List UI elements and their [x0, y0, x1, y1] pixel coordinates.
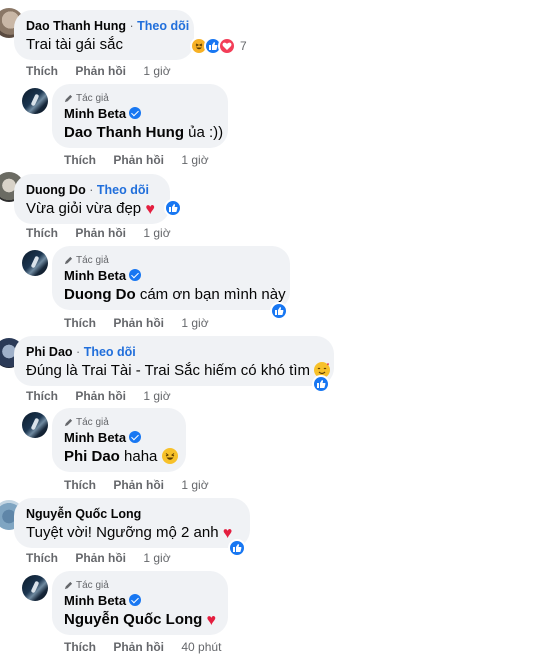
reply-text: Duong Do cám ơn bạn mình này: [64, 286, 286, 303]
comment-text: Trai tài gái sắc: [26, 36, 123, 53]
like-button[interactable]: Thích: [26, 551, 58, 565]
like-reaction-icon: [164, 199, 182, 217]
reply-button[interactable]: Phản hồi: [113, 478, 164, 492]
reply-button[interactable]: Phản hồi: [75, 64, 126, 78]
reaction-summary[interactable]: [312, 375, 330, 393]
like-button[interactable]: Thích: [64, 153, 96, 167]
mention-tag[interactable]: Duong Do: [64, 286, 136, 303]
like-reaction-icon: [270, 302, 288, 320]
comment-text: Đúng là Trai Tài - Trai Sắc hiếm có khó …: [26, 361, 331, 381]
mention-tag[interactable]: Phi Dao: [64, 448, 120, 465]
commenter-name[interactable]: Phi Dao: [26, 345, 73, 359]
comment-actions: Thích Phản hồi 1 giờ: [26, 226, 185, 240]
comment-text: Vừa giỏi vừa đẹp ♥: [26, 200, 155, 218]
reply-bubble: Tác giả Minh Beta Phi Dao haha: [52, 408, 186, 472]
timestamp[interactable]: 1 giờ: [143, 64, 170, 78]
like-button[interactable]: Thích: [64, 478, 96, 492]
reaction-count: 7: [240, 39, 247, 53]
reply-button[interactable]: Phản hồi: [113, 640, 164, 654]
timestamp[interactable]: 1 giờ: [181, 153, 208, 167]
timestamp[interactable]: 1 giờ: [181, 316, 208, 330]
reply-text: Nguyễn Quốc Long ♥: [64, 610, 216, 631]
reply-actions: Thích Phản hồi 1 giờ: [64, 153, 223, 167]
like-button[interactable]: Thích: [26, 226, 58, 240]
mention-tag[interactable]: Dao Thanh Hung: [64, 124, 184, 141]
follow-link[interactable]: Theo dõi: [137, 19, 189, 33]
like-button[interactable]: Thích: [26, 64, 58, 78]
verified-badge-icon: [129, 594, 142, 606]
comment-bubble: Nguyễn Quốc Long Tuyệt vời! Ngưỡng mộ 2 …: [14, 498, 250, 548]
like-button[interactable]: Thích: [64, 640, 96, 654]
reply-button[interactable]: Phản hồi: [75, 389, 126, 403]
reply-button[interactable]: Phản hồi: [75, 551, 126, 565]
verified-badge-icon: [129, 269, 142, 281]
verified-badge-icon: [129, 431, 142, 443]
like-button[interactable]: Thích: [64, 316, 96, 330]
author-name[interactable]: Minh Beta: [64, 268, 126, 283]
heart-emoji-icon: ♥: [206, 612, 217, 629]
author-name[interactable]: Minh Beta: [64, 106, 126, 121]
commenter-name[interactable]: Dao Thanh Hung: [26, 19, 126, 33]
timestamp[interactable]: 1 giờ: [181, 478, 208, 492]
reaction-summary[interactable]: 7: [190, 37, 247, 55]
commenter-name[interactable]: Nguyễn Quốc Long: [26, 507, 141, 521]
pen-icon: [64, 418, 73, 427]
love-reaction-icon: [218, 37, 236, 55]
author-avatar[interactable]: [22, 575, 48, 601]
reply-bubble: Tác giả Minh Beta Nguyễn Quốc Long ♥: [52, 571, 228, 635]
mention-tag[interactable]: Nguyễn Quốc Long: [64, 611, 202, 628]
pen-icon: [64, 581, 73, 590]
reaction-summary[interactable]: [164, 199, 182, 217]
reply-text: Dao Thanh Hung ủa :)): [64, 124, 224, 141]
comment-actions: Thích Phản hồi 1 giờ: [26, 64, 185, 78]
author-avatar[interactable]: [22, 250, 48, 276]
author-tag: Tác giả: [64, 579, 216, 592]
reply-actions: Thích Phản hồi 40 phút: [64, 640, 235, 654]
like-reaction-icon: [312, 375, 330, 393]
reply-bubble: Tác giả Minh Beta Duong Do cám ơn bạn mì…: [52, 246, 290, 310]
reaction-summary[interactable]: [228, 539, 246, 557]
laughing-emoji-icon: [161, 448, 178, 464]
timestamp[interactable]: 40 phút: [181, 640, 221, 654]
like-button[interactable]: Thích: [26, 389, 58, 403]
author-tag: Tác giả: [64, 416, 174, 429]
separator-dot: ·: [76, 345, 81, 359]
author-avatar[interactable]: [22, 88, 48, 114]
comment-bubble: Dao Thanh Hung · Theo dõi Trai tài gái s…: [14, 10, 194, 60]
reply-text: Phi Dao haha: [64, 447, 178, 467]
comment-actions: Thích Phản hồi 1 giờ: [26, 389, 185, 403]
reply-actions: Thích Phản hồi 1 giờ: [64, 316, 223, 330]
timestamp[interactable]: 1 giờ: [143, 226, 170, 240]
comment-bubble: Duong Do · Theo dõi Vừa giỏi vừa đẹp ♥: [14, 174, 170, 224]
follow-link[interactable]: Theo dõi: [97, 183, 149, 197]
commenter-name[interactable]: Duong Do: [26, 183, 86, 197]
timestamp[interactable]: 1 giờ: [143, 551, 170, 565]
reply-actions: Thích Phản hồi 1 giờ: [64, 478, 223, 492]
reaction-summary[interactable]: [270, 302, 288, 320]
author-name[interactable]: Minh Beta: [64, 593, 126, 608]
separator-dot: ·: [89, 183, 94, 197]
comment-bubble: Phi Dao · Theo dõi Đúng là Trai Tài - Tr…: [14, 336, 334, 386]
timestamp[interactable]: 1 giờ: [143, 389, 170, 403]
reply-button[interactable]: Phản hồi: [113, 316, 164, 330]
pen-icon: [64, 256, 73, 265]
verified-badge-icon: [129, 107, 142, 119]
comment-text: Tuyệt vời! Ngưỡng mộ 2 anh ♥: [26, 524, 233, 542]
pen-icon: [64, 94, 73, 103]
like-reaction-icon: [228, 539, 246, 557]
author-tag: Tác giả: [64, 254, 278, 267]
comment-actions: Thích Phản hồi 1 giờ: [26, 551, 185, 565]
reply-button[interactable]: Phản hồi: [75, 226, 126, 240]
author-tag: Tác giả: [64, 92, 216, 105]
heart-emoji-icon: ♥: [145, 201, 155, 218]
author-avatar[interactable]: [22, 412, 48, 438]
follow-link[interactable]: Theo dõi: [84, 345, 136, 359]
separator-dot: ·: [129, 19, 134, 33]
reply-button[interactable]: Phản hồi: [113, 153, 164, 167]
author-name[interactable]: Minh Beta: [64, 430, 126, 445]
reply-bubble: Tác giả Minh Beta Dao Thanh Hung ủa :)): [52, 84, 228, 148]
